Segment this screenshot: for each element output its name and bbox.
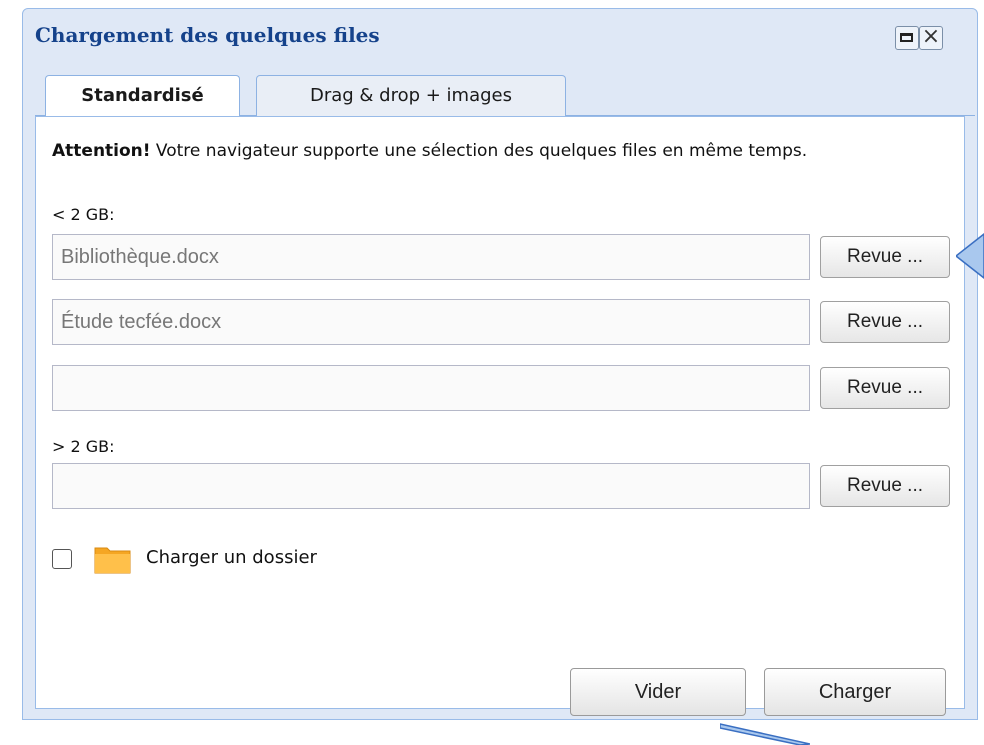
large-files-label: > 2 GB: — [52, 437, 115, 456]
tab-strip: Standardisé Drag & drop + images — [35, 67, 975, 116]
maximize-icon[interactable] — [895, 26, 919, 50]
browse-button-1[interactable]: Revue ... — [820, 236, 950, 278]
folder-icon — [94, 547, 131, 574]
browse-button-2[interactable]: Revue ... — [820, 301, 950, 343]
close-icon[interactable]: × — [919, 26, 943, 50]
upload-panel: Attention! Votre navigateur supporte une… — [35, 116, 965, 716]
file-input-large[interactable] — [52, 463, 810, 509]
callout-arrow-icon-bottom — [720, 723, 810, 745]
dialog-title-bar[interactable]: Chargement des quelques files × — [23, 9, 977, 59]
upload-dialog: Chargement des quelques files × Standard… — [22, 8, 978, 720]
browse-button-large[interactable]: Revue ... — [820, 465, 950, 507]
notice-strong: Attention! — [52, 141, 151, 161]
folder-option-label: Charger un dossier — [146, 547, 317, 568]
small-files-label: < 2 GB: — [52, 205, 115, 224]
tab-drag-drop[interactable]: Drag & drop + images — [256, 75, 566, 116]
file-input-2[interactable]: Étude tecfée.docx — [52, 299, 810, 345]
folder-checkbox[interactable] — [52, 549, 72, 569]
notice-text: Votre navigateur supporte une sélection … — [150, 141, 808, 161]
tab-standardise[interactable]: Standardisé — [45, 75, 240, 116]
browse-button-3[interactable]: Revue ... — [820, 367, 950, 409]
file-input-1[interactable]: Bibliothèque.docx — [52, 234, 810, 280]
clear-button[interactable]: Vider — [570, 668, 746, 716]
browser-notice: Attention! Votre navigateur supporte une… — [52, 141, 932, 161]
dialog-title: Chargement des quelques files — [35, 23, 380, 47]
callout-arrow-icon — [956, 233, 984, 279]
file-input-3[interactable] — [52, 365, 810, 411]
upload-button[interactable]: Charger — [764, 668, 946, 716]
